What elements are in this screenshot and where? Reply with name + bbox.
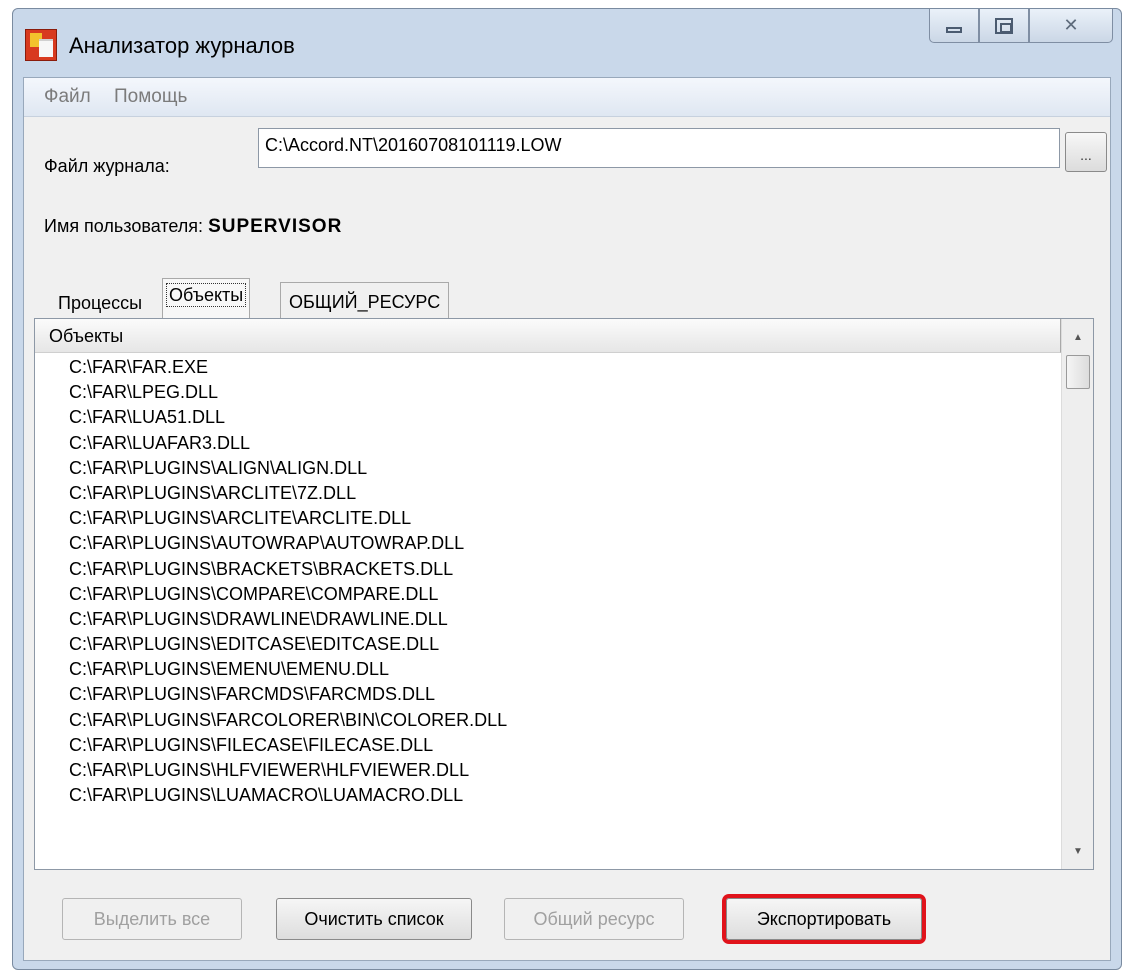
- user-label: Имя пользователя: SUPERVISOR: [44, 216, 342, 238]
- list-item[interactable]: C:\FAR\PLUGINS\AUTOWRAP\AUTOWRAP.DLL: [35, 531, 1061, 556]
- list-item[interactable]: C:\FAR\FAR.EXE: [35, 355, 1061, 380]
- button-bar: Выделить все Очистить список Общий ресур…: [34, 886, 1094, 950]
- client-area: Файл Помощь Файл журнала: C:\Accord.NT\2…: [23, 77, 1111, 961]
- close-icon: ✕: [1063, 15, 1079, 35]
- list-item[interactable]: C:\FAR\PLUGINS\DRAWLINE\DRAWLINE.DLL: [35, 607, 1061, 632]
- menu-file[interactable]: Файл: [44, 86, 91, 108]
- tab-objects-label: Объекты: [166, 283, 247, 307]
- browse-button[interactable]: ...: [1065, 132, 1107, 172]
- list-item[interactable]: C:\FAR\PLUGINS\LUAMACRO\LUAMACRO.DLL: [35, 783, 1061, 808]
- list-item[interactable]: C:\FAR\PLUGINS\ALIGN\ALIGN.DLL: [35, 456, 1061, 481]
- vertical-scrollbar[interactable]: ▲ ▼: [1061, 319, 1093, 869]
- window-controls: ✕: [929, 9, 1113, 43]
- list-item[interactable]: C:\FAR\PLUGINS\EDITCASE\EDITCASE.DLL: [35, 632, 1061, 657]
- minimize-button[interactable]: [929, 9, 979, 43]
- title-bar[interactable]: Анализатор журналов ✕: [13, 9, 1121, 83]
- list-item[interactable]: C:\FAR\PLUGINS\EMENU\EMENU.DLL: [35, 657, 1061, 682]
- list-item[interactable]: C:\FAR\LPEG.DLL: [35, 380, 1061, 405]
- column-header-objects[interactable]: Объекты: [35, 319, 1061, 353]
- list-item[interactable]: C:\FAR\PLUGINS\FARCMDS\FARCMDS.DLL: [35, 682, 1061, 707]
- select-all-button[interactable]: Выделить все: [62, 898, 242, 940]
- app-icon: [25, 29, 57, 61]
- list-item[interactable]: C:\FAR\PLUGINS\BRACKETS\BRACKETS.DLL: [35, 557, 1061, 582]
- window-title: Анализатор журналов: [69, 33, 295, 58]
- list-item[interactable]: C:\FAR\PLUGINS\FARCOLORER\BIN\COLORER.DL…: [35, 708, 1061, 733]
- tab-processes[interactable]: Процессы: [50, 284, 150, 320]
- list-item[interactable]: C:\FAR\LUAFAR3.DLL: [35, 431, 1061, 456]
- list-item[interactable]: C:\FAR\PLUGINS\HLFVIEWER\HLFVIEWER.DLL: [35, 758, 1061, 783]
- maximize-button[interactable]: [979, 9, 1029, 43]
- list-item[interactable]: C:\FAR\PLUGINS\COMPARE\COMPARE.DLL: [35, 582, 1061, 607]
- menu-bar: Файл Помощь: [24, 78, 1110, 117]
- tab-shared-resource[interactable]: ОБЩИЙ_РЕСУРС: [280, 282, 450, 320]
- file-label: Файл журнала:: [44, 156, 170, 176]
- scroll-up-icon[interactable]: ▲: [1062, 323, 1093, 351]
- list-item[interactable]: C:\FAR\LUA51.DLL: [35, 405, 1061, 430]
- list-rows: C:\FAR\FAR.EXE C:\FAR\LPEG.DLL C:\FAR\LUA5…: [35, 355, 1061, 808]
- user-label-text: Имя пользователя:: [44, 216, 204, 236]
- menu-help[interactable]: Помощь: [114, 86, 187, 108]
- list-item[interactable]: C:\FAR\PLUGINS\ARCLITE\7Z.DLL: [35, 481, 1061, 506]
- list-item[interactable]: C:\FAR\PLUGINS\ARCLITE\ARCLITE.DLL: [35, 506, 1061, 531]
- tab-objects[interactable]: Объекты: [162, 278, 251, 320]
- app-window: Анализатор журналов ✕ Файл Помощь Файл ж…: [12, 8, 1122, 970]
- maximize-icon: [995, 17, 1013, 34]
- file-path-input[interactable]: C:\Accord.NT\20160708101119.LOW: [258, 128, 1060, 168]
- scroll-thumb[interactable]: [1066, 355, 1090, 389]
- list-item[interactable]: C:\FAR\PLUGINS\FILECASE\FILECASE.DLL: [35, 733, 1061, 758]
- objects-list[interactable]: Объекты C:\FAR\FAR.EXE C:\FAR\LPEG.DLL C:\…: [34, 318, 1094, 870]
- minimize-icon: [946, 26, 962, 33]
- clear-list-button[interactable]: Очистить список: [276, 898, 472, 940]
- close-button[interactable]: ✕: [1029, 9, 1113, 43]
- export-button[interactable]: Экспортировать: [726, 898, 922, 940]
- scroll-down-icon[interactable]: ▼: [1062, 837, 1093, 865]
- user-value: SUPERVISOR: [208, 216, 343, 237]
- shared-resource-button[interactable]: Общий ресурс: [504, 898, 684, 940]
